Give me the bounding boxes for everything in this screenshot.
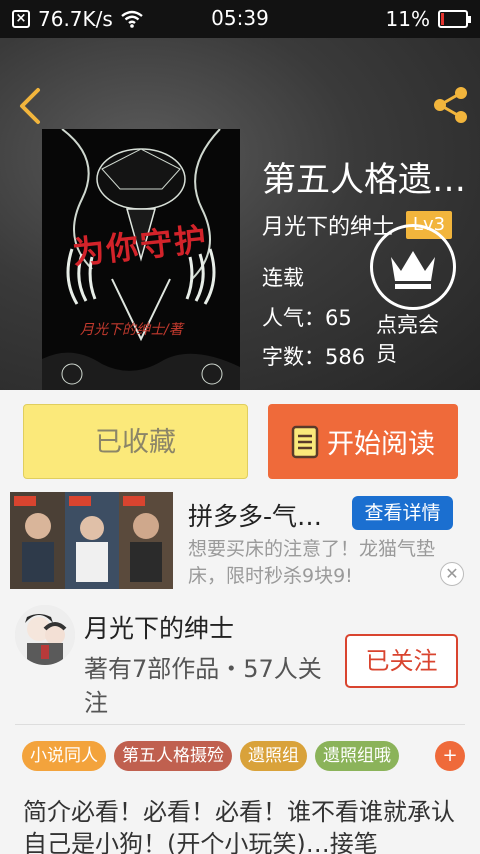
divider xyxy=(15,724,465,725)
battery-icon xyxy=(438,10,471,28)
book-icon xyxy=(291,425,319,458)
word-count: 字数：586 xyxy=(262,345,366,369)
ad-video-thumbnail xyxy=(10,492,173,589)
tag-item[interactable]: 遗照组哦 xyxy=(315,741,399,771)
vip-button[interactable] xyxy=(370,224,456,310)
tag-item[interactable]: 第五人格摄殓 xyxy=(114,741,232,771)
author-stats: 著有7部作品・57人关注 xyxy=(84,655,322,717)
vip-label[interactable]: 点亮会员 xyxy=(376,311,456,369)
tag-list: 小说同人 第五人格摄殓 遗照组 遗照组哦 xyxy=(22,741,399,771)
start-reading-button[interactable]: 开始阅读 xyxy=(268,404,458,479)
serial-status: 连载 xyxy=(262,266,304,290)
back-arrow-icon[interactable] xyxy=(16,86,44,126)
avatar[interactable] xyxy=(15,605,75,665)
ad-description[interactable]: 想要买床的注意了！龙猫气垫床，限时秒杀9块9! xyxy=(188,536,468,592)
tag-item[interactable]: 小说同人 xyxy=(22,741,106,771)
book-intro[interactable]: 简介必看！必看！必看！谁不看谁就承认自己是小狗！(开个小玩笑)…接笔 xyxy=(23,796,463,854)
followed-button[interactable]: 已关注 xyxy=(345,634,458,688)
book-header: × 76.7K/s 05:39 11% 为你守护 月光下的绅士/著 第五人格遗…… xyxy=(0,0,480,390)
collected-button[interactable]: 已收藏 xyxy=(23,404,248,479)
ad-title[interactable]: 拼多多-气… xyxy=(188,497,343,533)
ad-image[interactable] xyxy=(10,492,173,589)
close-icon[interactable]: ✕ xyxy=(440,562,464,586)
author-block-name[interactable]: 月光下的绅士 xyxy=(84,609,234,645)
book-cover[interactable]: 为你守护 月光下的绅士/著 xyxy=(42,129,240,390)
start-reading-label: 开始阅读 xyxy=(327,429,435,460)
crown-icon xyxy=(391,251,435,289)
book-title: 第五人格遗… xyxy=(262,160,466,200)
avatar-image xyxy=(15,605,75,665)
status-bar: × 76.7K/s 05:39 11% xyxy=(0,0,480,38)
ad-details-button[interactable]: 查看详情 xyxy=(352,496,453,530)
popularity: 人气：65 xyxy=(262,306,352,330)
cover-subtitle: 月光下的绅士/著 xyxy=(80,322,183,338)
battery-percent: 11% xyxy=(385,7,430,31)
more-tags-button[interactable]: + xyxy=(435,741,465,771)
share-icon[interactable] xyxy=(428,84,472,126)
tag-item[interactable]: 遗照组 xyxy=(240,741,307,771)
